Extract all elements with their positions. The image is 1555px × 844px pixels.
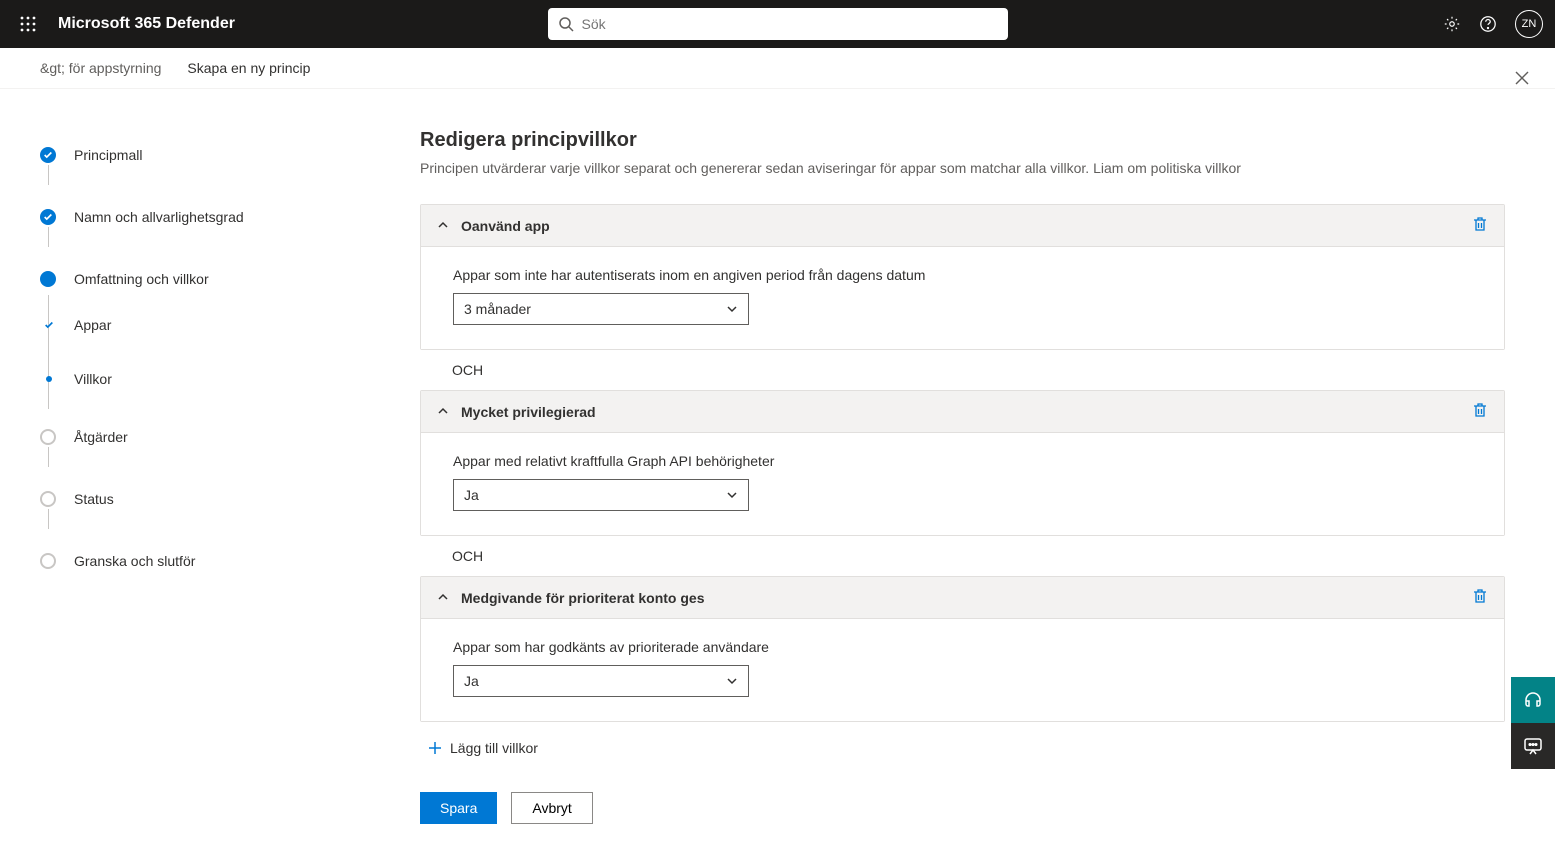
condition-title: Mycket privilegierad — [461, 404, 596, 420]
substep-apps[interactable]: Appar — [44, 307, 384, 343]
top-header: Microsoft 365 Defender ZN — [0, 0, 1555, 48]
panel-subtitle: Principen utvärderar varje villkor separ… — [420, 160, 1505, 176]
chevron-down-icon — [726, 489, 738, 501]
dropdown-value: 3 månader — [464, 301, 531, 317]
headset-widget-icon[interactable] — [1511, 677, 1555, 723]
app-launcher-icon[interactable] — [12, 8, 44, 40]
dot-icon — [46, 376, 52, 382]
condition-header[interactable]: Mycket privilegierad — [421, 391, 1504, 432]
help-icon[interactable] — [1479, 15, 1497, 33]
search-input[interactable] — [582, 16, 998, 32]
condition-highly-privileged: Mycket privilegierad Appar med relativt … — [420, 390, 1505, 536]
step-label: Åtgärder — [74, 429, 128, 445]
step-label: Granska och slutför — [74, 553, 195, 569]
add-condition-link[interactable]: Lägg till villkor — [428, 740, 538, 756]
step-status[interactable]: Status — [40, 483, 384, 515]
step-label: Principmall — [74, 147, 142, 163]
user-avatar[interactable]: ZN — [1515, 10, 1543, 38]
dropdown-value: Ja — [464, 487, 479, 503]
chevron-up-icon — [437, 404, 449, 420]
condition-description: Appar som har godkänts av prioriterade a… — [453, 639, 1472, 655]
step-review[interactable]: Granska och slutför — [40, 545, 384, 577]
condition-description: Appar med relativt kraftfulla Graph API … — [453, 453, 1472, 469]
wizard-stepper: Principmall Namn och allvarlighetsgrad O… — [0, 89, 420, 821]
step-label: Status — [74, 491, 114, 507]
search-box[interactable] — [548, 8, 1008, 40]
and-separator: OCH — [420, 350, 1505, 390]
breadcrumb-parent[interactable]: &gt; för appstyrning — [40, 60, 161, 76]
edit-conditions-panel: Redigera principvillkor Principen utvärd… — [420, 89, 1555, 821]
step-actions[interactable]: Åtgärder — [40, 421, 384, 453]
condition-title: Oanvänd app — [461, 218, 550, 234]
privileged-dropdown[interactable]: Ja — [453, 479, 749, 511]
condition-description: Appar som inte har autentiserats inom en… — [453, 267, 1472, 283]
consent-dropdown[interactable]: Ja — [453, 665, 749, 697]
substep-label: Villkor — [74, 371, 112, 387]
panel-title: Redigera principvillkor — [420, 129, 1505, 152]
step-label: Namn och allvarlighetsgrad — [74, 209, 244, 225]
condition-header[interactable]: Oanvänd app — [421, 205, 1504, 246]
and-separator: OCH — [420, 536, 1505, 576]
add-condition-label: Lägg till villkor — [450, 740, 538, 756]
cancel-button[interactable]: Avbryt — [511, 792, 592, 824]
substep-conditions[interactable]: Villkor — [44, 361, 384, 397]
condition-priority-consent: Medgivande för prioriterat konto ges App… — [420, 576, 1505, 722]
period-dropdown[interactable]: 3 månader — [453, 293, 749, 325]
breadcrumb-current: Skapa en ny princip — [187, 60, 310, 76]
delete-icon[interactable] — [1472, 216, 1488, 235]
step-label: Omfattning och villkor — [74, 271, 209, 287]
app-title: Microsoft 365 Defender — [58, 15, 235, 33]
step-template[interactable]: Principmall — [40, 139, 384, 171]
chevron-up-icon — [437, 218, 449, 234]
breadcrumb: &gt; för appstyrning Skapa en ny princip — [0, 48, 1555, 89]
search-icon — [558, 16, 574, 32]
step-name-severity[interactable]: Namn och allvarlighetsgrad — [40, 201, 384, 233]
check-icon — [44, 320, 54, 330]
chevron-up-icon — [437, 590, 449, 606]
side-widgets — [1511, 677, 1555, 769]
delete-icon[interactable] — [1472, 402, 1488, 421]
chevron-down-icon — [726, 675, 738, 687]
feedback-widget-icon[interactable] — [1511, 723, 1555, 769]
condition-title: Medgivande för prioriterat konto ges — [461, 590, 704, 606]
plus-icon — [428, 741, 442, 755]
condition-header[interactable]: Medgivande för prioriterat konto ges — [421, 577, 1504, 618]
chevron-down-icon — [726, 303, 738, 315]
close-icon[interactable] — [1509, 65, 1535, 96]
settings-icon[interactable] — [1443, 15, 1461, 33]
delete-icon[interactable] — [1472, 588, 1488, 607]
dropdown-value: Ja — [464, 673, 479, 689]
step-scope-conditions[interactable]: Omfattning och villkor — [40, 263, 384, 295]
substep-label: Appar — [74, 317, 111, 333]
save-button[interactable]: Spara — [420, 792, 497, 824]
condition-unused-app: Oanvänd app Appar som inte har autentise… — [420, 204, 1505, 350]
